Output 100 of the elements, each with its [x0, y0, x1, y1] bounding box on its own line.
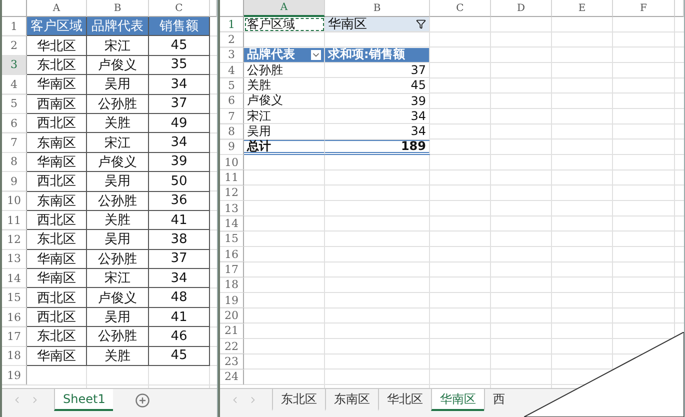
table-cell: 45 [149, 36, 210, 56]
column-header[interactable]: A [244, 0, 325, 17]
table-cell: 37 [149, 94, 210, 114]
row-number: 21 [220, 324, 244, 339]
table-cell: 华北区 [27, 36, 87, 56]
table-cell: 公孙胜 [87, 94, 149, 114]
row-number: 10 [220, 154, 244, 170]
row-number: 19 [2, 366, 27, 386]
table-cell: 34 [149, 133, 210, 153]
table-cell: 宋江 [87, 133, 149, 153]
table-cell: 东北区 [27, 230, 87, 250]
total-cell: 189 [325, 140, 430, 155]
row-number: 24 [220, 370, 244, 385]
table-cell: 东南区 [27, 192, 87, 211]
column-header[interactable]: A [27, 0, 87, 17]
pivot-cell: 关胜 [244, 78, 325, 94]
row-number: 14 [220, 216, 244, 232]
table-cell: 卢俊义 [87, 56, 149, 76]
filter-icon[interactable] [416, 19, 426, 30]
table-cell: 公孙胜 [87, 192, 149, 211]
table-cell: 华南区 [27, 152, 87, 172]
table-cell: 西北区 [27, 172, 87, 192]
table-cell: 吴用 [87, 172, 149, 192]
table-cell: 34 [149, 269, 210, 288]
row-number: 11 [220, 170, 244, 186]
table-cell: 39 [149, 152, 210, 172]
pivot-cell: 34 [325, 124, 430, 140]
dropdown-icon[interactable] [311, 50, 321, 60]
pivot-header-text: 品牌代表 [247, 46, 295, 64]
header-cell: 销售额 [149, 17, 210, 36]
table-cell: 关胜 [87, 114, 149, 134]
header-cell: 品牌代表 [87, 17, 149, 36]
table-cell: 西北区 [27, 308, 87, 328]
table-cell: 41 [149, 210, 210, 230]
table-cell: 西北区 [27, 210, 87, 230]
sheet-tab[interactable]: 东北区 [272, 389, 325, 411]
row-number: 22 [220, 338, 244, 354]
add-sheet-icon[interactable] [135, 392, 150, 408]
table-cell: 公孙胜 [87, 327, 149, 347]
table-cell: 华南区 [27, 269, 87, 288]
pivot-cell: 吴用 [244, 124, 325, 140]
table-cell: 关胜 [87, 210, 149, 230]
table-cell: 吴用 [87, 75, 149, 95]
column-header[interactable]: D [491, 0, 552, 17]
table-cell: 36 [149, 192, 210, 211]
table-cell: 华南区 [27, 346, 87, 366]
table-cell: 关胜 [87, 346, 149, 366]
table-cell: 38 [149, 230, 210, 250]
table-cell: 49 [149, 114, 210, 134]
pivot-cell: 45 [325, 78, 430, 94]
table-cell: 35 [149, 56, 210, 76]
row-number: 3 [2, 56, 27, 76]
total-cell: 总计 [244, 140, 325, 155]
table-cell: 37 [149, 250, 210, 270]
pivot-header-cell: 求和项:销售额 [325, 48, 430, 63]
table-cell: 西南区 [27, 94, 87, 114]
row-number: 13 [220, 200, 244, 216]
table-cell: 公孙胜 [87, 250, 149, 270]
table-cell: 46 [149, 327, 210, 347]
sheet-tab[interactable]: 华南区 [431, 389, 484, 411]
column-header[interactable]: C [430, 0, 491, 17]
pivot-cell: 37 [325, 62, 430, 78]
table-cell: 华南区 [27, 250, 87, 270]
column-header[interactable]: C [149, 0, 210, 17]
table-cell: 41 [149, 308, 210, 328]
sheet-tab[interactable]: 西 [484, 389, 513, 411]
table-cell: 48 [149, 288, 210, 308]
column-header[interactable]: B [87, 0, 149, 17]
row-number: 17 [220, 262, 244, 278]
table-cell: 卢俊义 [87, 288, 149, 308]
table-cell: 东北区 [27, 56, 87, 76]
row-number: 15 [220, 232, 244, 247]
table-cell: 吴用 [87, 230, 149, 250]
table-cell: 吴用 [87, 308, 149, 328]
column-header[interactable]: F [613, 0, 675, 17]
row-number: 19 [220, 292, 244, 308]
table-cell: 宋江 [87, 36, 149, 56]
table-cell: 西北区 [27, 288, 87, 308]
column-header[interactable]: B [325, 0, 430, 17]
row-number: 16 [220, 246, 244, 262]
table-cell: 卢俊义 [87, 152, 149, 172]
filter-value: 华南区 [328, 16, 367, 34]
row-number: 20 [220, 308, 244, 324]
table-cell: 宋江 [87, 269, 149, 288]
pivot-cell: 公孙胜 [244, 62, 325, 78]
row-number: 23 [220, 354, 244, 370]
table-cell: 华南区 [27, 75, 87, 95]
table-cell: 东北区 [27, 327, 87, 347]
sheet-tab[interactable]: Sheet1 [54, 389, 114, 411]
row-number: 18 [220, 278, 244, 293]
table-cell: 50 [149, 172, 210, 192]
row-number: 2 [220, 32, 244, 48]
column-header[interactable]: E [552, 0, 613, 17]
header-cell: 客户区域 [27, 17, 87, 36]
pivot-cell: 34 [325, 108, 430, 124]
sheet-tab[interactable]: 东南区 [325, 389, 378, 411]
row-number: 12 [220, 186, 244, 201]
table-cell: 45 [149, 346, 210, 366]
table-cell: 34 [149, 75, 210, 95]
pivot-cell: 宋江 [244, 108, 325, 124]
